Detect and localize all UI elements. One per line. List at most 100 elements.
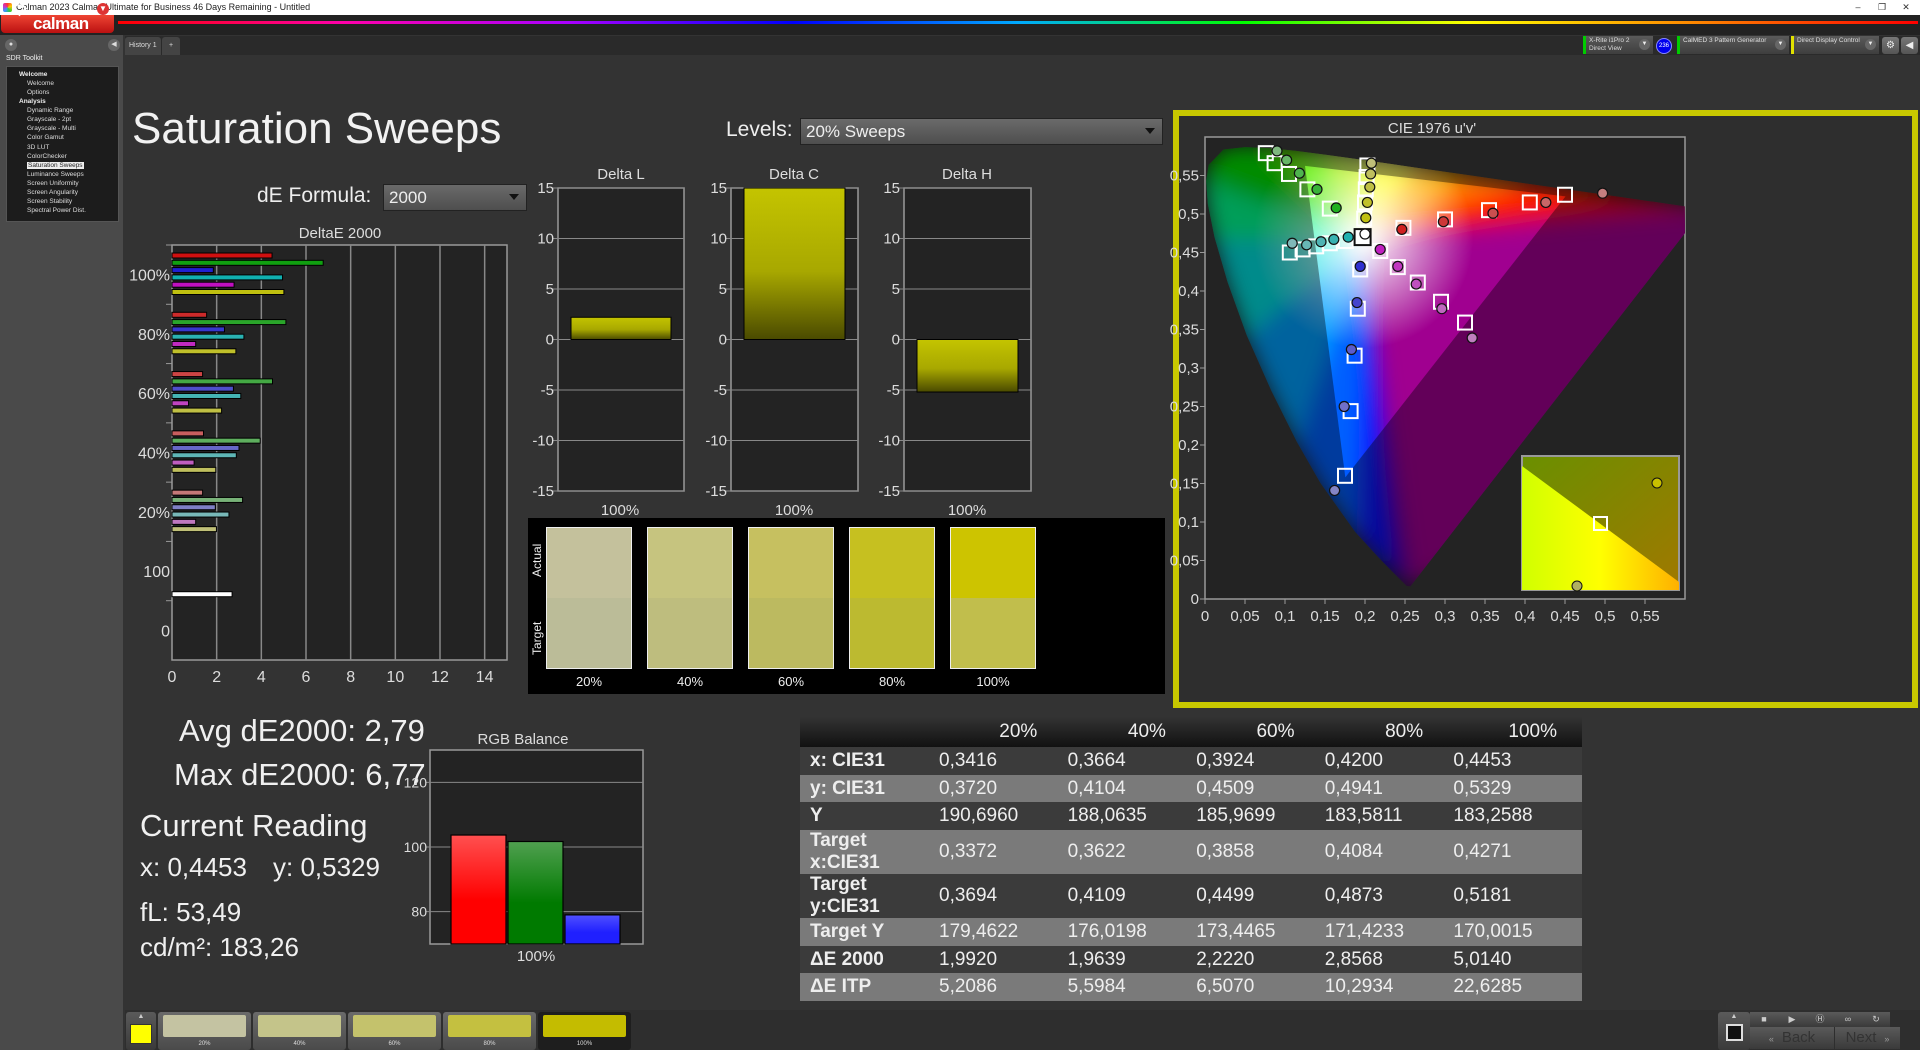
pattern-thumbnail[interactable]: 80%: [443, 1012, 536, 1050]
deltae-chart-title: DeltaE 2000: [298, 225, 382, 242]
pin-icon[interactable]: ●: [5, 39, 17, 51]
settings-gear-icon[interactable]: ⚙: [1882, 37, 1899, 54]
tree-item[interactable]: Saturation Sweeps: [7, 161, 118, 170]
tree-item[interactable]: Welcome: [7, 79, 118, 88]
stop-icon[interactable]: [1725, 1024, 1743, 1041]
thumbnail-color: [258, 1015, 341, 1037]
tree-item-label: Screen Angularity: [27, 189, 78, 197]
table-cell: 185,9699: [1196, 802, 1325, 831]
swatch-label: 40%: [676, 674, 704, 689]
chevron-down-icon[interactable]: ▼: [1865, 39, 1876, 50]
color-swatch[interactable]: [849, 527, 935, 669]
table-cell: 0,3622: [1067, 830, 1197, 875]
table-cell: 0,4084: [1324, 830, 1454, 875]
tick-label: 10: [710, 231, 727, 248]
current-color-box[interactable]: ▲: [126, 1012, 156, 1050]
tree-group[interactable]: Analysis: [7, 97, 118, 106]
chevron-down-icon[interactable]: ▼: [1775, 39, 1786, 50]
cie-diagram-panel[interactable]: [1173, 110, 1918, 708]
table-row: ΔE ITP 5,2086 5,5984 6,5070 10,2934 22,6285: [800, 973, 1582, 1002]
minimize-button[interactable]: –: [1846, 0, 1870, 15]
tree-group[interactable]: Welcome: [7, 70, 118, 79]
dropdown-arrow-icon: [1145, 128, 1155, 134]
tick-label: 10: [537, 231, 554, 248]
tree-item[interactable]: 3D LUT: [7, 143, 118, 152]
next-button[interactable]: Next »: [1835, 1027, 1900, 1049]
deltae-bar: [171, 496, 244, 503]
tree-item[interactable]: Grayscale - Multi: [7, 124, 118, 133]
tick-label: 12: [431, 669, 449, 686]
category-label: 0: [161, 623, 170, 640]
color-swatch[interactable]: [647, 527, 733, 669]
pattern-thumbnail[interactable]: 100%: [538, 1012, 631, 1050]
deltae-bar: [171, 326, 225, 333]
close-button[interactable]: ✕: [1894, 0, 1918, 15]
category-label: 80%: [138, 327, 170, 344]
color-swatch[interactable]: [748, 527, 834, 669]
delta-plot-area: [903, 187, 1032, 492]
deltae-bar: [171, 437, 261, 444]
tree-item[interactable]: Options: [7, 88, 118, 97]
rgb-plot-area: [429, 749, 644, 945]
reading-cdm2: cd/m²: 183,26: [140, 932, 299, 962]
tree-item-label: Grayscale - 2pt: [27, 116, 72, 124]
de-formula-dropdown[interactable]: 2000: [383, 184, 527, 211]
tree-item[interactable]: Screen Angularity: [7, 188, 118, 197]
expand-up-icon[interactable]: ▲: [1718, 1012, 1750, 1022]
meter-selector[interactable]: X-Rite i1Pro 2 Direct View ▼: [1583, 36, 1653, 54]
chevron-down-icon[interactable]: ▼: [97, 3, 109, 15]
collapse-sidebar-icon[interactable]: ◀: [108, 39, 120, 51]
tick-label: 15: [883, 180, 900, 197]
table-cell: 5,2086: [939, 973, 1068, 1002]
pattern-thumbnail[interactable]: 20%: [158, 1012, 251, 1050]
swatch-label: 80%: [878, 674, 906, 689]
display-control-selector[interactable]: Direct Display Control ▼: [1791, 36, 1879, 54]
tick-label: -5: [714, 382, 727, 399]
tree-item[interactable]: Color Gamut: [7, 133, 118, 142]
restore-button[interactable]: ❐: [1870, 0, 1894, 15]
swatch-target: [951, 598, 1035, 668]
expand-up-icon[interactable]: ▲: [126, 1012, 156, 1022]
stop-measurement-box[interactable]: ▲: [1718, 1012, 1750, 1050]
tree-item[interactable]: Dynamic Range: [7, 106, 118, 115]
tick-label: 14: [476, 669, 494, 686]
rgb-bar: [564, 914, 621, 945]
tick-label: 0: [719, 332, 727, 349]
pattern-generator-selector[interactable]: CalMED 3 Pattern Generator ▼: [1677, 36, 1789, 54]
add-tab-button[interactable]: +: [162, 37, 180, 55]
levels-label: Levels:: [726, 118, 793, 141]
table-cell: 2,8568: [1324, 945, 1454, 974]
color-swatch[interactable]: [950, 527, 1036, 669]
tree-item[interactable]: Grayscale - 2pt: [7, 115, 118, 124]
panel-toggle-icon[interactable]: ◀: [1901, 37, 1918, 54]
window-title: Calman 2023 Calman Ultimate for Business…: [16, 2, 311, 12]
tree-item-label: Grayscale - Multi: [27, 125, 76, 133]
reading-fl: fL: 53,49: [140, 897, 242, 927]
calman-menu-button[interactable]: calman: [1, 15, 114, 33]
tree-item[interactable]: ColorChecker: [7, 152, 118, 161]
play-button[interactable]: ▶: [1778, 1012, 1806, 1027]
levels-dropdown[interactable]: 20% Sweeps: [800, 118, 1163, 145]
pattern-thumbnail[interactable]: 40%: [253, 1012, 346, 1050]
stop-button[interactable]: ■: [1750, 1012, 1778, 1027]
tree-item[interactable]: Spectral Power Dist.: [7, 206, 118, 215]
tree-item[interactable]: Screen Stability: [7, 197, 118, 206]
meter-count-badge[interactable]: 236: [1656, 38, 1672, 54]
tick-label: 100: [404, 839, 428, 855]
color-swatch[interactable]: [546, 527, 632, 669]
table-cell: 0,3372: [939, 830, 1068, 875]
hold-button[interactable]: Ⓗ: [1806, 1012, 1834, 1027]
rgb-bar: [507, 840, 564, 945]
continuous-button[interactable]: ∞: [1834, 1012, 1862, 1027]
table-cell: 0,3924: [1196, 747, 1325, 775]
swatch-target: [850, 598, 934, 668]
tab-history-1[interactable]: History 1: [125, 37, 161, 55]
refresh-button[interactable]: ↻: [1862, 1012, 1890, 1027]
back-button[interactable]: « Back: [1750, 1027, 1834, 1049]
tick-label: -10: [878, 433, 900, 450]
chevron-down-icon[interactable]: ▼: [1639, 39, 1650, 50]
thumbnail-color: [543, 1015, 626, 1037]
tree-item[interactable]: Screen Uniformity: [7, 179, 118, 188]
tree-item[interactable]: Luminance Sweeps: [7, 170, 118, 179]
pattern-thumbnail[interactable]: 60%: [348, 1012, 441, 1050]
